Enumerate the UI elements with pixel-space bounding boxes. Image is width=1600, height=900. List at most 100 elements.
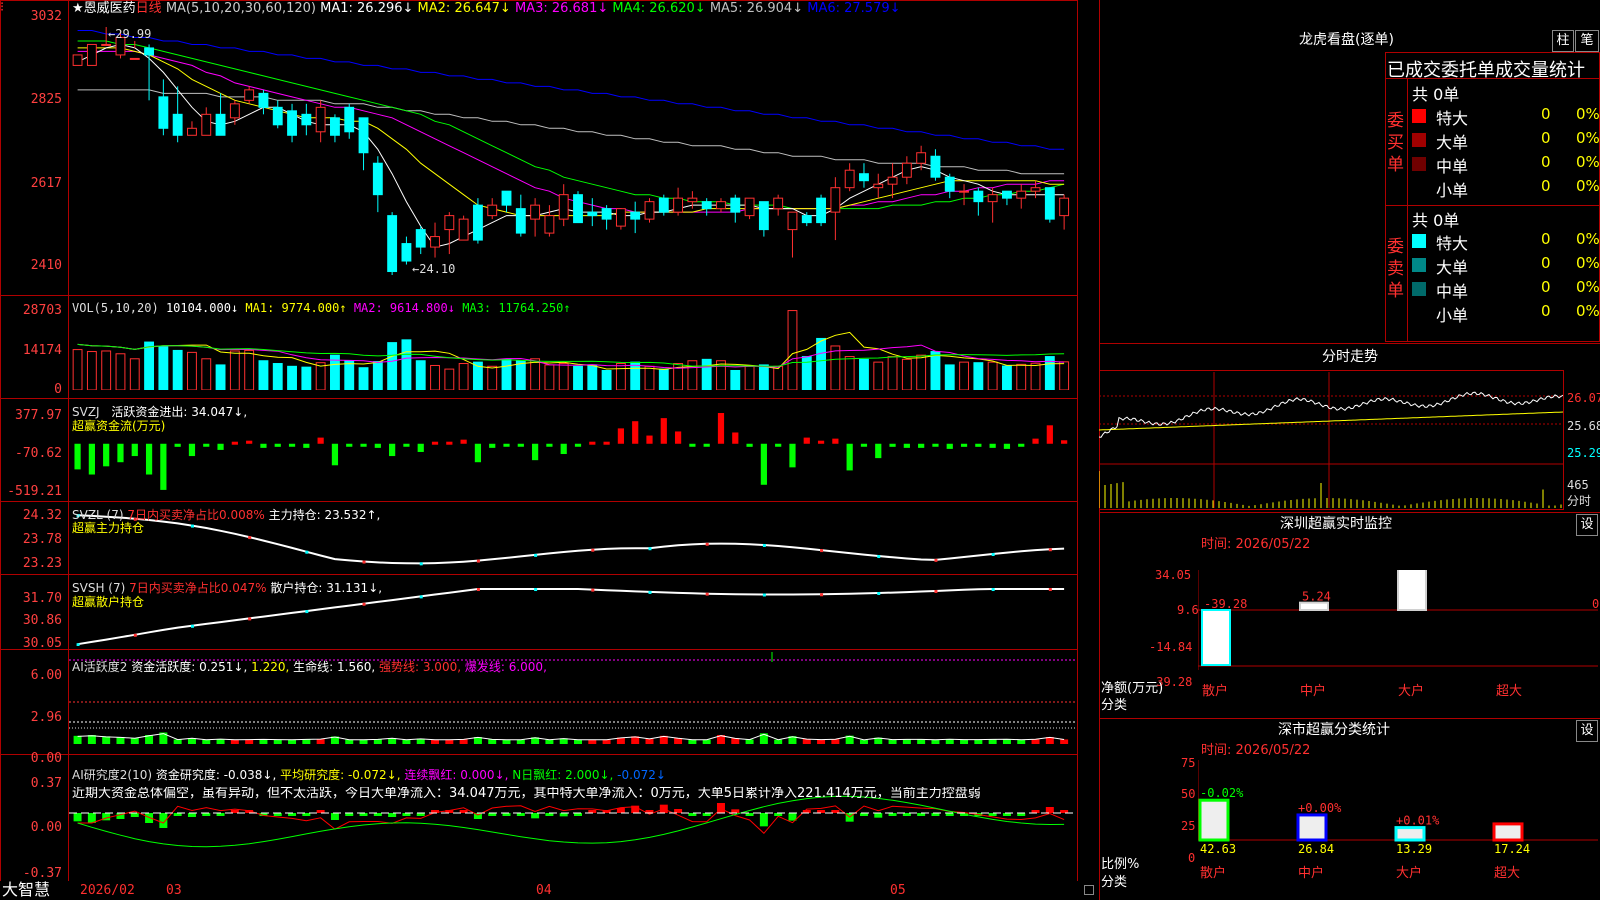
price-tick-3: 2617 [30, 176, 62, 191]
volume-bar [401, 339, 412, 390]
candle-body [844, 169, 855, 189]
tick-toggle-button[interactable]: 笔 [1575, 30, 1599, 52]
activity-bar [1002, 739, 1011, 744]
period-label[interactable]: 日线 [136, 1, 162, 16]
candle-body [644, 201, 655, 220]
volume-bar [101, 350, 112, 390]
price-tick-2: 2825 [30, 92, 62, 107]
sz-settings-button[interactable]: 设 [1576, 514, 1598, 536]
activity-bar [516, 739, 525, 744]
activity-bar [316, 739, 325, 744]
activity-bar [302, 739, 311, 744]
axis-top-marker: ⁝ [0, 0, 5, 15]
x-axis-bar: 大智慧 2026/02 03 04 05 [0, 881, 1094, 900]
low-price-label: ←24.10 [412, 262, 456, 276]
volume-bar [716, 360, 726, 390]
ai1-b: 1.220, [251, 660, 290, 674]
candlestick-chart[interactable] [69, 20, 1077, 282]
candle-body [973, 190, 984, 203]
volume-bar [615, 363, 626, 390]
candle-body [701, 201, 712, 210]
candle-body [430, 236, 440, 248]
sz-category: 中户 [1300, 683, 1326, 699]
svsh-tick-1: 31.70 [22, 591, 62, 606]
activity-bar [974, 739, 983, 744]
ma6-value: MA6: 27.579↓ [807, 1, 901, 16]
candle-body [530, 204, 541, 220]
sc-category: 中户 [1298, 865, 1324, 881]
svzl-tick-2: 23.78 [22, 532, 62, 547]
volume-bar [215, 364, 226, 390]
buy-row-name: 中单 [1436, 157, 1469, 176]
candle-body [187, 127, 197, 136]
candle-body [1016, 190, 1027, 199]
activity-bar [1017, 739, 1026, 744]
research-bar [330, 813, 339, 820]
ma4-line [77, 40, 1065, 210]
sc-bar-change: +0.01% [1396, 814, 1440, 828]
vol-tick-3: 0 [54, 382, 62, 397]
sc-tick-4: 0 [1188, 851, 1196, 865]
volume-bar [944, 364, 955, 390]
candle-body [930, 155, 941, 178]
svsh-line-marker [1048, 588, 1052, 592]
sz-monitor-chart[interactable]: -39.28散户5.24中户34.05大户0超大 [1198, 570, 1600, 700]
fund-flow-bar [1032, 438, 1039, 444]
ai2-description: 近期大资金总体偏空，虽有异动，但不太活跃，今日大单净流入：34.047万元，其中… [72, 787, 981, 801]
candle-body [1059, 197, 1070, 217]
stock-name[interactable]: ★恩威医药 [72, 1, 136, 16]
fund-flow-bar [817, 440, 825, 444]
fund-flow-bar [789, 443, 796, 468]
sc-class-chart[interactable]: -0.02% 42.63 散户 +0.00% 26.84 中户 +0.01% 13.29 大户 1… [1198, 760, 1600, 900]
lock-icon[interactable] [1084, 885, 1094, 895]
candle-body [830, 187, 841, 213]
fund-flow-bar [274, 443, 281, 447]
fund-flow-bar [389, 443, 396, 457]
candle-body [601, 208, 612, 220]
volume-bar [115, 353, 126, 390]
fund-flow-bar [546, 443, 553, 447]
volume-bar [287, 365, 297, 390]
fund-flow-bar [589, 441, 596, 445]
svsh-tick-2: 30.86 [22, 613, 62, 628]
research-bar [731, 809, 740, 813]
volume-bar [358, 367, 369, 390]
candle-body [673, 197, 684, 213]
svsh-line-marker [419, 595, 423, 599]
fund-flow-bar [403, 443, 410, 447]
volume-bar [315, 362, 326, 390]
svzl-line-marker [934, 558, 938, 562]
buy-row-name: 特大 [1436, 109, 1469, 128]
ts-tick-2: 25.68 [1567, 419, 1600, 433]
activity-bar [359, 739, 368, 744]
candle-body [372, 162, 383, 196]
lhkp-title: 龙虎看盘(逐单) [1299, 32, 1394, 48]
activity-line [77, 733, 1065, 741]
ai2-avg: 平均研究度: -0.072↓, [280, 768, 401, 782]
research-bar [87, 813, 96, 823]
sc-settings-button[interactable]: 设 [1576, 720, 1598, 742]
fund-flow-bar [560, 443, 567, 455]
fund-flow-bar [117, 443, 124, 463]
sell-row-pct: 0% [1576, 278, 1600, 296]
svzl-line-marker [248, 536, 252, 540]
timeshare-chart[interactable] [1099, 372, 1563, 508]
activity-bar [545, 739, 554, 744]
sell-row-pct: 0% [1576, 230, 1600, 248]
candle-body [244, 89, 255, 101]
svsh-line-marker [877, 592, 881, 596]
buy-row-value: 0 [1541, 105, 1551, 123]
volume-bar [501, 358, 512, 390]
activity-bar [745, 739, 754, 744]
bar-toggle-button[interactable]: 柱 [1552, 30, 1574, 52]
sell-swatch [1412, 306, 1426, 320]
ma2-value: MA2: 26.647↓ [417, 1, 511, 16]
volume-bar [787, 310, 798, 390]
volume-chart[interactable] [69, 310, 1077, 390]
ai2-research: 资金研究度: -0.038↓, [155, 768, 277, 782]
fund-flow-bar [517, 443, 524, 447]
volume-bar [901, 358, 912, 390]
candle-body [558, 194, 569, 220]
candle-body [1002, 190, 1012, 199]
candle-body [758, 201, 769, 231]
